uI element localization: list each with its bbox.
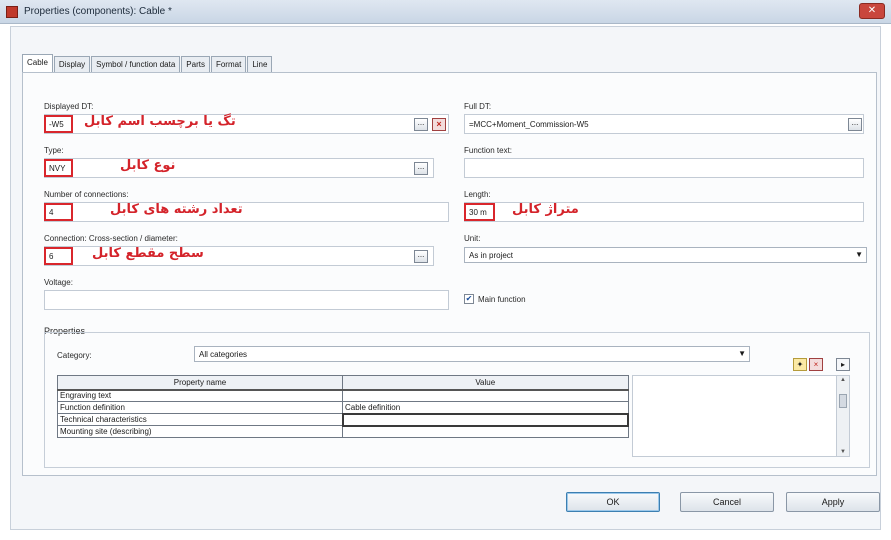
apply-button[interactable]: Apply <box>786 492 880 512</box>
column-header-value: Value <box>342 375 629 391</box>
title-bar: Properties (components): Cable * ✕ <box>0 0 891 24</box>
unit-label: Unit: <box>464 234 481 243</box>
type-field[interactable] <box>44 158 434 178</box>
properties-scrollbar[interactable]: ▲ ▼ <box>836 375 850 457</box>
tab-display[interactable]: Display <box>53 56 91 72</box>
cross-section-value: 6 <box>44 247 73 265</box>
table-row[interactable]: Technical characteristics <box>57 412 629 427</box>
length-label: Length: <box>464 190 491 199</box>
length-value: 30 m <box>464 203 495 221</box>
cross-section-annotation: سطح مقطع کابل <box>92 246 204 261</box>
expand-icon[interactable]: ▸ <box>836 358 850 371</box>
property-value-cell[interactable]: Cable definition <box>342 401 629 414</box>
full-dt-field[interactable]: =MCC+Moment_Commission-W5 <box>464 114 864 134</box>
full-dt-browse-button[interactable]: ... <box>848 118 862 131</box>
displayed-dt-clear-button[interactable]: × <box>432 118 446 131</box>
chevron-down-icon: ▼ <box>738 349 746 358</box>
property-value-cell[interactable] <box>341 412 629 427</box>
function-text-field[interactable] <box>464 158 864 178</box>
table-row[interactable]: Mounting site (describing) <box>57 425 629 438</box>
app-icon <box>6 6 18 18</box>
window-title: Properties (components): Cable * <box>24 6 172 17</box>
displayed-dt-annotation: تگ یا برچسب اسم کابل <box>84 114 236 129</box>
voltage-label: Voltage: <box>44 278 73 287</box>
scrollbar-thumb[interactable] <box>839 394 847 408</box>
num-connections-value: 4 <box>44 203 73 221</box>
scroll-down-icon[interactable]: ▼ <box>840 449 846 455</box>
full-dt-label: Full DT: <box>464 102 492 111</box>
type-browse-button[interactable]: ... <box>414 162 428 175</box>
main-function-checkbox[interactable]: ✔ <box>464 294 474 304</box>
category-dropdown[interactable]: All categories ▼ <box>194 346 750 362</box>
chevron-down-icon: ▼ <box>855 250 863 259</box>
property-name-cell: Function definition <box>57 401 343 414</box>
displayed-dt-label: Displayed DT: <box>44 102 94 111</box>
table-header: Property name Value <box>57 375 629 391</box>
cross-section-label: Connection: Cross-section / diameter: <box>44 234 178 243</box>
type-label: Type: <box>44 146 64 155</box>
property-name-cell: Technical characteristics <box>57 413 343 426</box>
cross-section-browse-button[interactable]: ... <box>414 250 428 263</box>
properties-table: Property name Value Engraving text Funct… <box>57 375 629 438</box>
tab-strip: Cable Display Symbol / function data Par… <box>22 54 273 72</box>
property-value-cell[interactable] <box>342 389 629 402</box>
num-connections-field[interactable] <box>44 202 449 222</box>
displayed-dt-browse-button[interactable]: ... <box>414 118 428 131</box>
category-selected-value: All categories <box>199 350 248 359</box>
num-connections-label: Number of connections: <box>44 190 129 199</box>
close-window-button[interactable]: ✕ <box>859 3 885 19</box>
length-annotation: متراژ کابل <box>512 202 579 217</box>
tab-format[interactable]: Format <box>210 56 247 72</box>
category-label: Category: <box>57 351 92 360</box>
table-row[interactable]: Engraving text <box>57 389 629 402</box>
ok-button[interactable]: OK <box>566 492 660 512</box>
type-annotation: نوع کابل <box>120 158 176 173</box>
tab-line[interactable]: Line <box>247 56 273 72</box>
property-name-cell: Mounting site (describing) <box>57 425 343 438</box>
property-description-box <box>632 375 837 457</box>
column-header-property-name: Property name <box>57 375 343 391</box>
property-name-cell: Engraving text <box>57 389 343 402</box>
new-property-icon[interactable]: ✦ <box>793 358 807 371</box>
tab-cable[interactable]: Cable <box>22 54 53 72</box>
unit-dropdown[interactable]: As in project ▼ <box>464 247 867 263</box>
function-text-label: Function text: <box>464 146 513 155</box>
tab-parts[interactable]: Parts <box>181 56 210 72</box>
type-value: NVY <box>44 159 73 177</box>
cancel-button[interactable]: Cancel <box>680 492 774 512</box>
delete-property-icon[interactable]: × <box>809 358 823 371</box>
unit-selected-value: As in project <box>469 251 514 260</box>
tab-symbol-function-data[interactable]: Symbol / function data <box>91 56 181 72</box>
property-value-cell[interactable] <box>342 425 629 438</box>
displayed-dt-value: -W5 <box>44 115 73 133</box>
main-function-label: Main function <box>478 295 526 304</box>
table-row[interactable]: Function definition Cable definition <box>57 401 629 414</box>
scroll-up-icon[interactable]: ▲ <box>840 377 846 383</box>
num-connections-annotation: تعداد رشته های کابل <box>110 202 243 217</box>
voltage-field[interactable] <box>44 290 449 310</box>
